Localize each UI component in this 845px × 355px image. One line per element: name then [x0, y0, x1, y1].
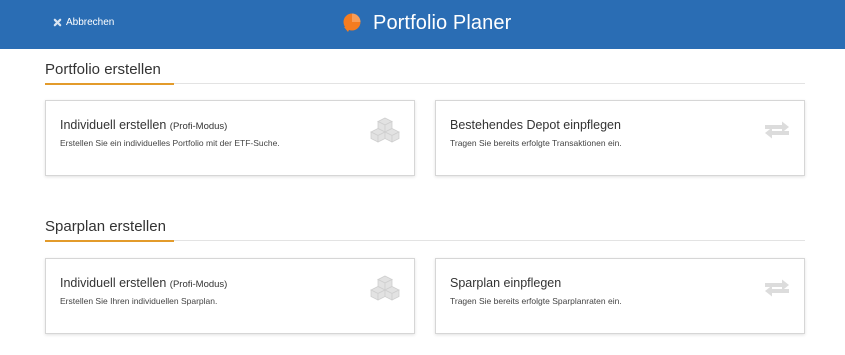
cancel-button[interactable]: Abbrechen [53, 15, 114, 29]
card-import-depot[interactable]: Bestehendes Depot einpflegen Tragen Sie … [435, 100, 805, 176]
card-title: Individuell erstellen (Profi-Modus) [60, 118, 227, 132]
app-title: Portfolio Planer [373, 11, 512, 34]
exchange-arrows-icon [765, 279, 789, 297]
card-sparplan-individual[interactable]: Individuell erstellen (Profi-Modus) Erst… [45, 258, 415, 334]
card-portfolio-individual[interactable]: Individuell erstellen (Profi-Modus) Erst… [45, 100, 415, 176]
card-title-text: Individuell erstellen [60, 276, 167, 290]
card-title-text: Bestehendes Depot einpflegen [450, 118, 621, 132]
card-title-text: Individuell erstellen [60, 118, 167, 132]
card-description: Tragen Sie bereits erfolgte Sparplanrate… [450, 296, 622, 306]
top-bar: Abbrechen Portfolio Planer [0, 0, 845, 49]
section-title-sparplan: Sparplan erstellen [45, 218, 166, 235]
section-accent-underline [45, 240, 174, 242]
card-title: Bestehendes Depot einpflegen [450, 118, 621, 132]
section-divider [45, 240, 805, 242]
card-subtitle: (Profi-Modus) [169, 279, 228, 290]
section-title-portfolio: Portfolio erstellen [45, 61, 161, 78]
card-title: Sparplan einpflegen [450, 276, 561, 290]
cubes-icon [370, 117, 400, 143]
pie-chart-logo-icon [343, 13, 361, 32]
card-description: Erstellen Sie Ihren individuellen Sparpl… [60, 296, 218, 306]
card-title-text: Sparplan einpflegen [450, 276, 562, 290]
cubes-icon [370, 275, 400, 301]
card-title: Individuell erstellen (Profi-Modus) [60, 276, 227, 290]
cancel-label: Abbrechen [66, 16, 115, 28]
close-icon [53, 18, 62, 26]
section-accent-underline [45, 83, 174, 85]
exchange-arrows-icon [765, 121, 789, 139]
card-import-sparplan[interactable]: Sparplan einpflegen Tragen Sie bereits e… [435, 258, 805, 334]
card-description: Erstellen Sie ein individuelles Portfoli… [60, 138, 280, 148]
card-subtitle: (Profi-Modus) [169, 121, 228, 132]
app-brand: Portfolio Planer [342, 10, 511, 36]
card-description: Tragen Sie bereits erfolgte Transaktione… [450, 138, 622, 148]
section-divider [45, 83, 805, 85]
